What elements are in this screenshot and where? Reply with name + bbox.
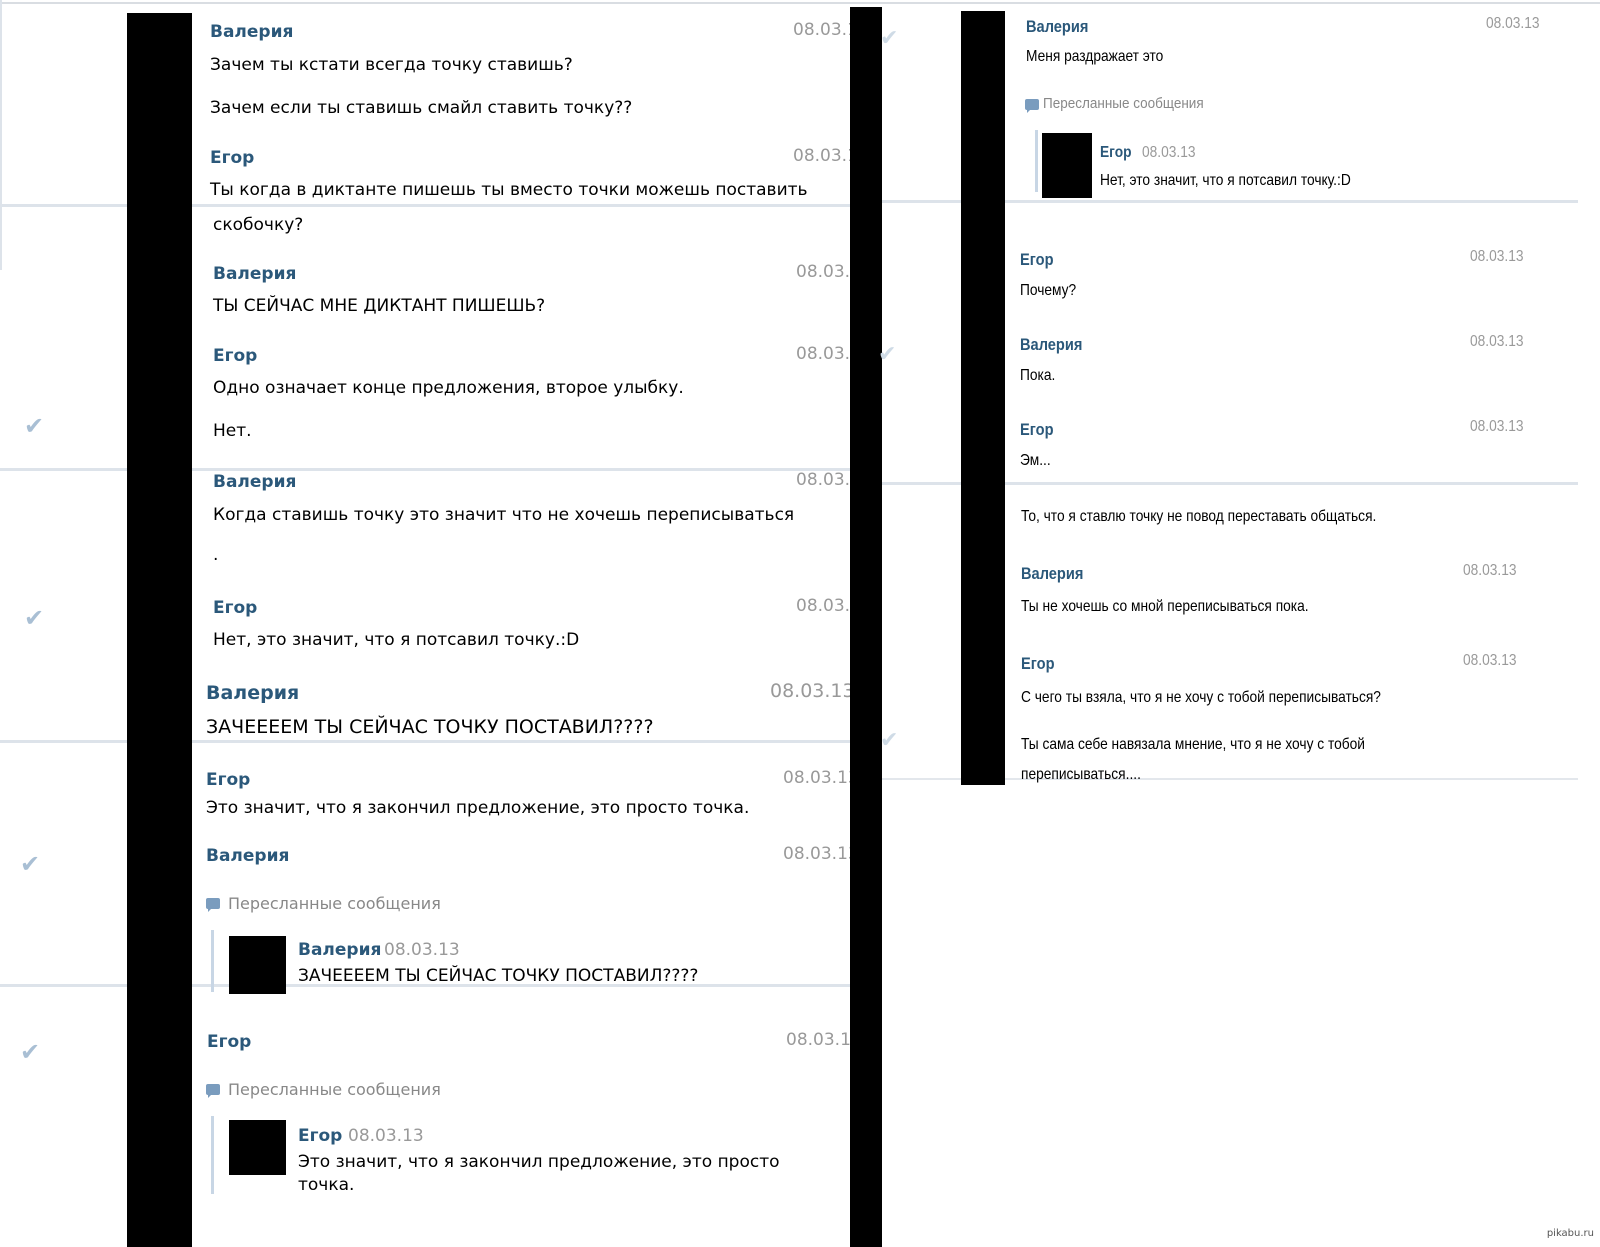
- redaction-bar: [127, 13, 192, 1247]
- separator: [192, 204, 850, 207]
- message-text: переписываться....: [1021, 766, 1141, 783]
- sender-name[interactable]: Егор: [1020, 250, 1054, 270]
- message-text: Почему?: [1020, 282, 1077, 299]
- sender-name[interactable]: Егор: [206, 770, 250, 790]
- forwarded-text: Это значит, что я закончил предложение, …: [298, 1152, 780, 1172]
- message-date[interactable]: 08.03.13: [1486, 15, 1540, 33]
- message-text: скобочку?: [213, 215, 304, 235]
- message-text: .: [213, 545, 219, 565]
- sender-name[interactable]: Егор: [207, 1032, 251, 1052]
- message-text: Эм...: [1020, 452, 1051, 469]
- message-text: Зачем ты кстати всегда точку ставишь?: [210, 55, 573, 75]
- message-text: Ты не хочешь со мной переписываться пока…: [1021, 598, 1309, 615]
- forwarded-date: 08.03.13: [384, 940, 460, 960]
- forward-quote-line: [211, 930, 214, 992]
- forwarded-sender-name[interactable]: Егор: [298, 1126, 342, 1146]
- message-text: Нет, это значит, что я потсавил точку.:D: [213, 630, 580, 650]
- sender-name[interactable]: Егор: [1020, 420, 1054, 440]
- forward-quote-line: [211, 1116, 214, 1194]
- sender-name[interactable]: Валерия: [213, 264, 296, 284]
- message-text: Ты когда в диктанте пишешь ты вместо точ…: [210, 180, 808, 200]
- message-date[interactable]: 08.03.13: [1470, 418, 1524, 436]
- left-edge: [0, 0, 2, 270]
- read-check-icon: ✔: [24, 604, 45, 632]
- avatar[interactable]: [1042, 133, 1092, 198]
- separator: [0, 204, 130, 207]
- separator: [0, 468, 130, 471]
- message-date[interactable]: 08.03.13: [1470, 248, 1524, 266]
- read-check-icon: ✔: [20, 1038, 41, 1066]
- redaction-bar: [850, 7, 882, 1247]
- message-date[interactable]: 08.03.13: [783, 844, 859, 864]
- forward-quote-line: [1035, 130, 1038, 192]
- message-text: Это значит, что я закончил предложение, …: [206, 798, 750, 818]
- avatar[interactable]: [229, 1120, 286, 1175]
- read-check-icon: ✔: [878, 342, 897, 367]
- message-text: Меня раздражает это: [1026, 48, 1164, 65]
- sender-name[interactable]: Валерия: [213, 472, 296, 492]
- sender-name[interactable]: Егор: [213, 346, 257, 366]
- forward-icon: [206, 1084, 220, 1098]
- top-border: [0, 2, 1600, 4]
- separator: [192, 740, 850, 743]
- sender-name[interactable]: Егор: [213, 598, 257, 618]
- read-check-icon: ✔: [20, 850, 41, 878]
- redaction-bar: [961, 11, 1005, 785]
- separator: [192, 468, 850, 471]
- separator: [0, 984, 130, 987]
- read-check-icon: ✔: [880, 26, 899, 51]
- message-date[interactable]: 08.03.13: [1470, 333, 1524, 351]
- forwarded-sender-name[interactable]: Егор: [1100, 144, 1132, 162]
- message-text: Одно означает конце предложения, второе …: [213, 378, 684, 398]
- message-date[interactable]: 08.03.1: [793, 20, 858, 40]
- message-text: ТЫ СЕЙЧАС МНЕ ДИКТАНТ ПИШЕШЬ?: [213, 296, 546, 316]
- sender-name[interactable]: Валерия: [1020, 335, 1082, 355]
- forwarded-title[interactable]: Пересланные сообщения: [1043, 95, 1204, 112]
- message-date[interactable]: 08.03.13: [1463, 652, 1517, 670]
- forwarded-text: точка.: [298, 1175, 355, 1195]
- watermark: pikabu.ru: [1546, 1228, 1594, 1239]
- forward-icon: [206, 898, 220, 912]
- read-check-icon: ✔: [24, 412, 45, 440]
- message-text: ЗАЧЕЕЕЕМ ТЫ СЕЙЧАС ТОЧКУ ПОСТАВИЛ????: [206, 716, 654, 738]
- message-text: С чего ты взяла, что я не хочу с тобой п…: [1021, 689, 1381, 706]
- message-date[interactable]: 08.03.1: [793, 146, 858, 166]
- separator: [0, 740, 130, 743]
- sender-name[interactable]: Валерия: [206, 682, 299, 704]
- message-text: То, что я ставлю точку не повод перестав…: [1021, 508, 1377, 525]
- message-text: Ты сама себе навязала мнение, что я не х…: [1021, 736, 1365, 753]
- sender-name[interactable]: Егор: [210, 148, 254, 168]
- forwarded-date: 08.03.13: [1142, 144, 1196, 161]
- message-date[interactable]: 08.03.13: [770, 680, 855, 702]
- forwarded-title[interactable]: Пересланные сообщения: [228, 894, 441, 913]
- message-text: Нет.: [213, 421, 252, 441]
- sender-name[interactable]: Валерия: [206, 846, 289, 866]
- message-date[interactable]: 08.03.13: [783, 768, 859, 788]
- forwarded-text: Нет, это значит, что я потсавил точку.:D: [1100, 172, 1351, 189]
- message-text: Когда ставишь точку это значит что не хо…: [213, 505, 795, 525]
- read-check-icon: ✔: [880, 728, 899, 753]
- message-text: Зачем если ты ставишь смайл ставить точк…: [210, 98, 633, 118]
- sender-name[interactable]: Валерия: [1021, 564, 1083, 584]
- message-text: Пока.: [1020, 367, 1056, 384]
- sender-name[interactable]: Егор: [1021, 654, 1055, 674]
- avatar[interactable]: [229, 936, 286, 994]
- forwarded-text: ЗАЧЕЕЕЕМ ТЫ СЕЙЧАС ТОЧКУ ПОСТАВИЛ????: [298, 966, 699, 986]
- message-date[interactable]: 08.03.13: [1463, 562, 1517, 580]
- sender-name[interactable]: Валерия: [210, 22, 293, 42]
- forward-icon: [1025, 99, 1039, 113]
- forwarded-date: 08.03.13: [348, 1126, 424, 1146]
- forwarded-title[interactable]: Пересланные сообщения: [228, 1080, 441, 1099]
- sender-name[interactable]: Валерия: [1026, 17, 1088, 37]
- forwarded-sender-name[interactable]: Валерия: [298, 940, 381, 960]
